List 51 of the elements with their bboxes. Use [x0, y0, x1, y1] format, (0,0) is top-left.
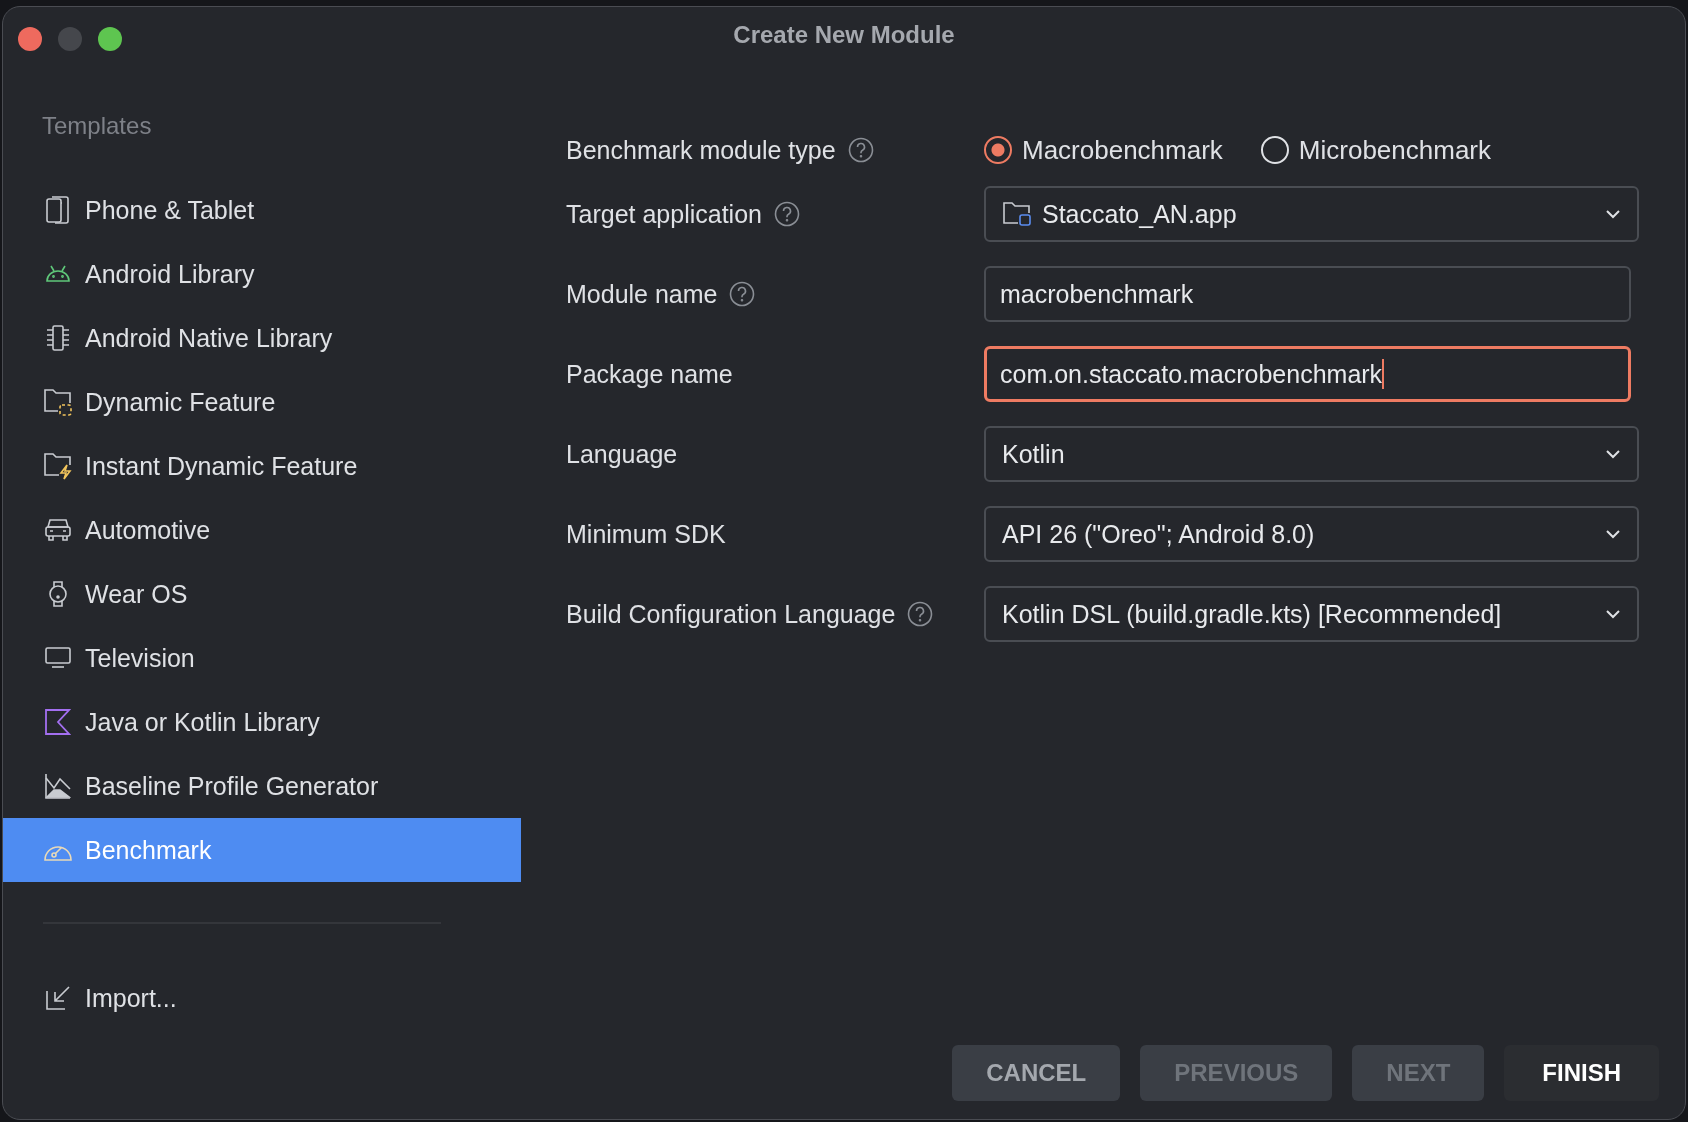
dialog-button[interactable]: FINISH [1504, 1045, 1659, 1101]
chevron-down-icon [1605, 609, 1621, 619]
chevron-down-icon [1605, 529, 1621, 539]
dropdown[interactable]: Staccato_AN.app [984, 186, 1639, 242]
radio-option[interactable]: Macrobenchmark [984, 134, 1223, 166]
template-item[interactable]: Dynamic Feature [3, 370, 521, 434]
field-label: Package name [566, 359, 733, 389]
text-field[interactable]: macrobenchmark [984, 266, 1631, 322]
chart-icon [45, 773, 71, 799]
field-label: Minimum SDK [566, 519, 726, 549]
chevron-down-icon [1605, 449, 1621, 459]
radio-option[interactable]: Microbenchmark [1260, 134, 1492, 166]
template-item[interactable]: Wear OS [3, 562, 521, 626]
import-arrow-icon [45, 985, 71, 1011]
folder-bolt-icon [43, 452, 73, 480]
folder-icon [43, 388, 73, 416]
template-item[interactable]: Instant Dynamic Feature [3, 434, 521, 498]
devices-icon [46, 196, 70, 224]
window-title: Create New Module [733, 21, 955, 49]
template-item[interactable]: Android Library [3, 242, 521, 306]
dropdown[interactable]: API 26 ("Oreo"; Android 8.0) [984, 506, 1639, 562]
field-label: Target application [566, 199, 762, 229]
close-button[interactable] [18, 27, 42, 51]
field-label: Benchmark module type [566, 135, 836, 165]
field-label: Module name [566, 279, 718, 309]
dialog-button[interactable]: CANCEL [952, 1045, 1121, 1101]
dropdown[interactable]: Kotlin DSL (build.gradle.kts) [Recommended] [984, 586, 1639, 642]
android-icon [45, 265, 71, 283]
dropdown[interactable]: Kotlin [984, 426, 1639, 482]
help-icon[interactable] [773, 201, 800, 227]
help-icon[interactable] [907, 601, 934, 627]
help-icon[interactable] [729, 281, 756, 307]
template-item[interactable]: Baseline Profile Generator [3, 754, 521, 818]
field-label: Build Configuration Language [566, 599, 896, 629]
monitor-icon [45, 647, 71, 669]
kotlin-icon [45, 709, 71, 735]
template-item[interactable]: Java or Kotlin Library [3, 690, 521, 754]
import-item[interactable]: Import... [3, 966, 521, 1030]
chip-icon [45, 325, 71, 351]
help-icon[interactable] [847, 137, 874, 163]
template-item[interactable]: Television [3, 626, 521, 690]
chevron-down-icon [1605, 209, 1621, 219]
text-field[interactable]: com.on.staccato.macrobenchmark [984, 346, 1631, 402]
zoom-button[interactable] [98, 27, 122, 51]
sidebar-heading: Templates [42, 111, 153, 141]
template-item[interactable]: Phone & Tablet [3, 178, 521, 242]
car-icon [45, 518, 71, 542]
field-label: Language [566, 439, 678, 469]
template-item[interactable]: Automotive [3, 498, 521, 562]
template-item[interactable]: Android Native Library [3, 306, 521, 370]
watch-icon [47, 580, 69, 608]
